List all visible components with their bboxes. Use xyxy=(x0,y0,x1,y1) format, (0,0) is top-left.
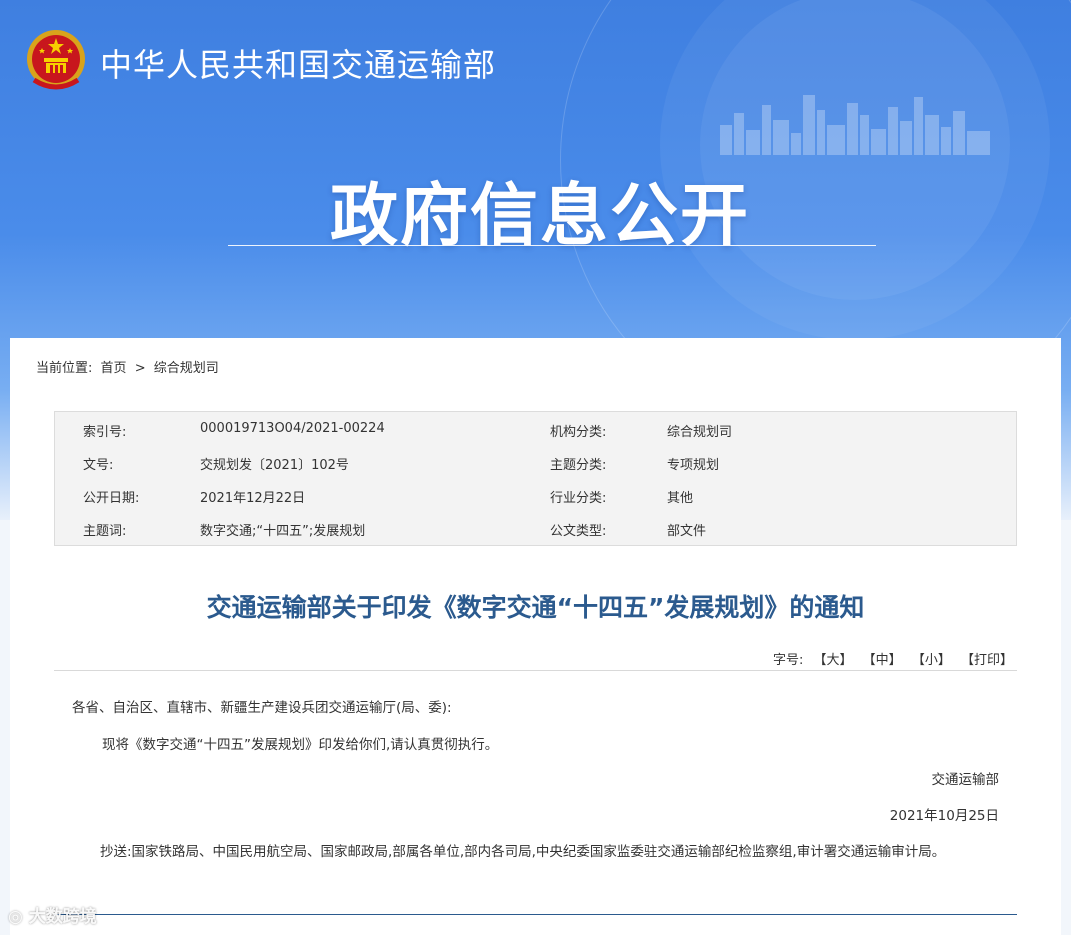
document-paragraph: 现将《数字交通“十四五”发展规划》印发给你们,请认真贯彻执行。 xyxy=(102,737,499,753)
watermark: ◎ 大数跨境 xyxy=(8,902,97,927)
document-metadata-table: 索引号: 000019713O04/2021-00224 机构分类: 综合规划司… xyxy=(54,411,1017,546)
font-size-label: 字号: xyxy=(772,653,804,668)
font-large-button[interactable]: 【大】 xyxy=(814,653,853,668)
metadata-row: 主题词: 数字交通;“十四五”;发展规划 公文类型: 部文件 xyxy=(55,520,1016,540)
metadata-key: 机构分类: xyxy=(550,425,607,440)
document-date: 2021年10月25日 xyxy=(889,808,999,824)
ministry-name: 中华人民共和国交通运输部 xyxy=(100,46,497,84)
metadata-value: 综合规划司 xyxy=(667,425,733,440)
breadcrumb: 当前位置: 首页 > 综合规划司 xyxy=(36,357,223,376)
watermark-text: 大数跨境 xyxy=(28,907,97,927)
breadcrumb-label: 当前位置: xyxy=(36,361,93,376)
document-addressee: 各省、自治区、直辖市、新疆生产建设兵团交通运输厅(局、委): xyxy=(72,700,452,716)
breadcrumb-home-link[interactable]: 首页 xyxy=(101,361,127,376)
font-medium-button[interactable]: 【中】 xyxy=(863,653,902,668)
portal-title-divider xyxy=(228,245,876,246)
city-skyline-icon xyxy=(720,95,990,155)
footer-divider xyxy=(54,914,1017,915)
metadata-key: 公开日期: xyxy=(83,491,140,506)
content-panel: 当前位置: 首页 > 综合规划司 索引号: 000019713O04/2021-… xyxy=(10,338,1061,935)
font-size-controls: 字号: 【大】 【中】 【小】 【打印】 xyxy=(773,649,1013,668)
metadata-value: 交规划发〔2021〕102号 xyxy=(200,458,349,473)
metadata-key: 公文类型: xyxy=(550,524,607,539)
metadata-value: 专项规划 xyxy=(667,458,720,473)
metadata-value: 其他 xyxy=(667,491,694,506)
metadata-key: 主题词: xyxy=(83,524,127,539)
national-emblem-icon xyxy=(27,30,85,90)
metadata-value: 000019713O04/2021-00224 xyxy=(200,421,385,436)
metadata-key: 行业分类: xyxy=(550,491,607,506)
breadcrumb-current-link[interactable]: 综合规划司 xyxy=(154,361,219,376)
metadata-row: 公开日期: 2021年12月22日 行业分类: 其他 xyxy=(55,487,1016,507)
watermark-logo-icon: ◎ xyxy=(8,907,29,927)
metadata-value: 部文件 xyxy=(667,524,707,539)
metadata-value: 2021年12月22日 xyxy=(200,491,306,506)
document-signer: 交通运输部 xyxy=(931,772,1000,788)
font-small-button[interactable]: 【小】 xyxy=(912,653,951,668)
print-button[interactable]: 【打印】 xyxy=(961,653,1013,668)
document-title: 交通运输部关于印发《数字交通“十四五”发展规划》的通知 xyxy=(206,593,865,622)
metadata-row: 文号: 交规划发〔2021〕102号 主题分类: 专项规划 xyxy=(55,454,1016,474)
metadata-key: 索引号: xyxy=(83,425,127,440)
metadata-value: 数字交通;“十四五”;发展规划 xyxy=(200,524,366,539)
document-cc: 抄送:国家铁路局、中国民用航空局、国家邮政局,部属各单位,部内各司局,中央纪委国… xyxy=(100,844,946,860)
title-divider xyxy=(54,670,1017,671)
metadata-row: 索引号: 000019713O04/2021-00224 机构分类: 综合规划司 xyxy=(55,421,1016,441)
metadata-key: 文号: xyxy=(83,458,114,473)
metadata-key: 主题分类: xyxy=(550,458,607,473)
breadcrumb-separator: > xyxy=(134,361,146,376)
